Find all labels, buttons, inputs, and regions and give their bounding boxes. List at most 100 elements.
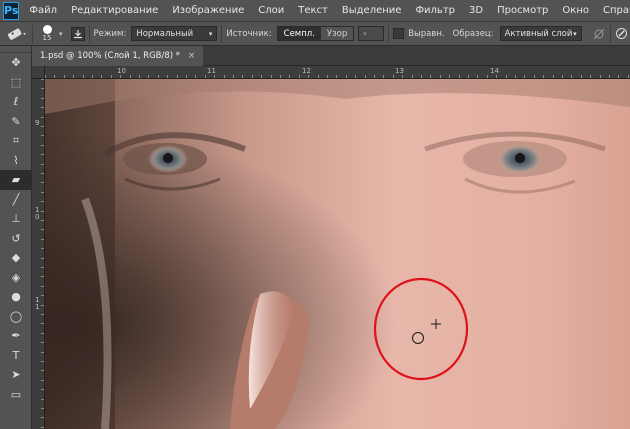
ruler-tick — [195, 75, 197, 78]
ruler-tick — [421, 75, 422, 78]
tool-preset-picker[interactable] — [6, 26, 28, 42]
photoshop-logo: Ps — [3, 1, 20, 20]
ruler-label: 11 — [207, 67, 216, 75]
ruler-tick — [233, 75, 234, 78]
ruler-tick — [627, 75, 629, 78]
aligned-checkbox[interactable] — [393, 28, 405, 39]
ruler-tick — [477, 75, 479, 78]
eraser-icon[interactable]: ◆ — [0, 248, 32, 268]
aligned-label: Выравн. — [408, 28, 445, 39]
menu-help[interactable]: Справка — [603, 5, 630, 16]
ruler-tick — [41, 398, 44, 400]
source-pattern-button[interactable]: Узор — [320, 27, 354, 40]
ruler-label: 12 — [302, 67, 311, 75]
ruler-tick — [214, 75, 216, 78]
ruler-tick — [41, 210, 44, 212]
ruler-tick — [402, 75, 404, 78]
document-canvas[interactable] — [45, 79, 630, 429]
separator — [388, 24, 390, 43]
source-label: Источник: — [226, 28, 272, 39]
ruler-origin[interactable] — [32, 66, 45, 79]
ruler-tick — [41, 107, 44, 109]
menu-select[interactable]: Выделение — [342, 5, 402, 16]
ruler-tick — [41, 304, 44, 306]
ruler-label: 13 — [395, 67, 404, 75]
document-tab-bar: 1.psd @ 100% (Слой 1, RGB/8) * × — [32, 46, 630, 66]
pressure-size-button[interactable] — [615, 27, 629, 41]
ruler-label: 9 — [35, 119, 40, 127]
history-brush-icon[interactable]: ↺ — [0, 229, 32, 249]
source-toggle: Семпл. Узор — [276, 26, 355, 41]
path-select-icon[interactable]: ➤ — [0, 365, 32, 385]
healing-brush-icon — [8, 28, 26, 40]
ruler-tick — [374, 75, 375, 78]
ruler-tick — [609, 75, 610, 78]
ruler-tick — [618, 75, 620, 78]
menu-file[interactable]: Файл — [29, 5, 57, 16]
ruler-tick — [41, 267, 44, 268]
vertical-ruler[interactable]: 9 1 0 1 1 — [32, 79, 45, 429]
menu-window[interactable]: Окно — [562, 5, 589, 16]
menu-3d[interactable]: 3D — [469, 5, 483, 16]
mode-dropdown[interactable]: Нормальный ▾ — [131, 26, 218, 41]
brush-size-picker[interactable]: 15 — [37, 25, 57, 42]
quick-select-icon[interactable]: ✎ — [0, 112, 32, 132]
brush-icon[interactable]: ╱ — [0, 190, 32, 210]
toolbox: ✥ ⬚ ℓ ✎ ⌗ ⌇ ▰ ╱ ⊥ ↺ ◆ ◈ ● ◯ ✒ T ➤ ▭ — [0, 46, 32, 429]
menu-items: Файл Редактирование Изображение Слои Тек… — [29, 5, 630, 16]
ruler-tick — [41, 323, 44, 325]
sample-value: Активный слой — [504, 28, 573, 39]
separator — [221, 24, 223, 43]
pen-icon[interactable]: ✒ — [0, 326, 32, 346]
paint-bucket-icon[interactable]: ◈ — [0, 268, 32, 288]
ruler-tick — [289, 75, 291, 78]
ruler-tick — [41, 135, 44, 137]
ruler-tick — [41, 408, 44, 409]
lasso-icon[interactable]: ℓ — [0, 92, 32, 112]
ruler-tick — [63, 75, 65, 78]
marquee-icon[interactable]: ⬚ — [0, 73, 32, 93]
crop-icon[interactable]: ⌗ — [0, 131, 32, 151]
ruler-tick — [505, 75, 507, 78]
menu-layers[interactable]: Слои — [258, 5, 284, 16]
menu-view[interactable]: Просмотр — [497, 5, 548, 16]
toolbox-grip[interactable] — [0, 46, 31, 53]
menu-edit[interactable]: Редактирование — [71, 5, 158, 16]
rectangle-icon[interactable]: ▭ — [0, 385, 32, 405]
menu-image[interactable]: Изображение — [172, 5, 244, 16]
ruler-tick — [41, 295, 44, 297]
close-icon[interactable]: × — [188, 51, 195, 61]
menu-type[interactable]: Текст — [298, 5, 328, 16]
ruler-tick — [580, 75, 582, 78]
document-tab[interactable]: 1.psd @ 100% (Слой 1, RGB/8) * × — [32, 46, 204, 66]
ruler-tick — [571, 75, 573, 78]
chevron-down-icon: ▾ — [208, 29, 213, 38]
chevron-down-icon[interactable]: ▾ — [59, 30, 63, 38]
ruler-tick — [41, 97, 44, 99]
ruler-tick — [41, 144, 44, 146]
options-bar: 15 ▾ Режим: Нормальный ▾ Источник: Семпл… — [0, 22, 630, 46]
ruler-tick — [496, 75, 498, 78]
ruler-label: 1 0 — [35, 206, 40, 221]
blur-icon[interactable]: ● — [0, 287, 32, 307]
brush-panel-toggle[interactable] — [70, 26, 85, 41]
ruler-tick — [364, 75, 366, 78]
sample-label: Образец: — [452, 28, 494, 39]
ruler-tick — [41, 389, 44, 391]
ruler-tick — [552, 75, 554, 78]
type-icon[interactable]: T — [0, 346, 32, 366]
clone-stamp-icon[interactable]: ⊥ — [0, 209, 32, 229]
sample-dropdown[interactable]: Активный слой ▾ — [499, 26, 582, 41]
pattern-picker[interactable]: ▾ — [358, 26, 385, 41]
ignore-adjustment-layers-button[interactable] — [592, 27, 606, 41]
eyedropper-icon[interactable]: ⌇ — [0, 151, 32, 171]
horizontal-ruler[interactable]: 10 11 12 13 14 — [45, 66, 630, 79]
dodge-icon[interactable]: ◯ — [0, 307, 32, 327]
menu-filter[interactable]: Фильтр — [415, 5, 455, 16]
healing-brush-icon[interactable]: ▰ — [0, 170, 32, 190]
ruler-tick — [167, 75, 169, 78]
move-icon[interactable]: ✥ — [0, 53, 32, 73]
ruler-tick — [120, 75, 122, 78]
ruler-tick — [41, 351, 44, 353]
source-sampled-button[interactable]: Семпл. — [277, 27, 321, 40]
